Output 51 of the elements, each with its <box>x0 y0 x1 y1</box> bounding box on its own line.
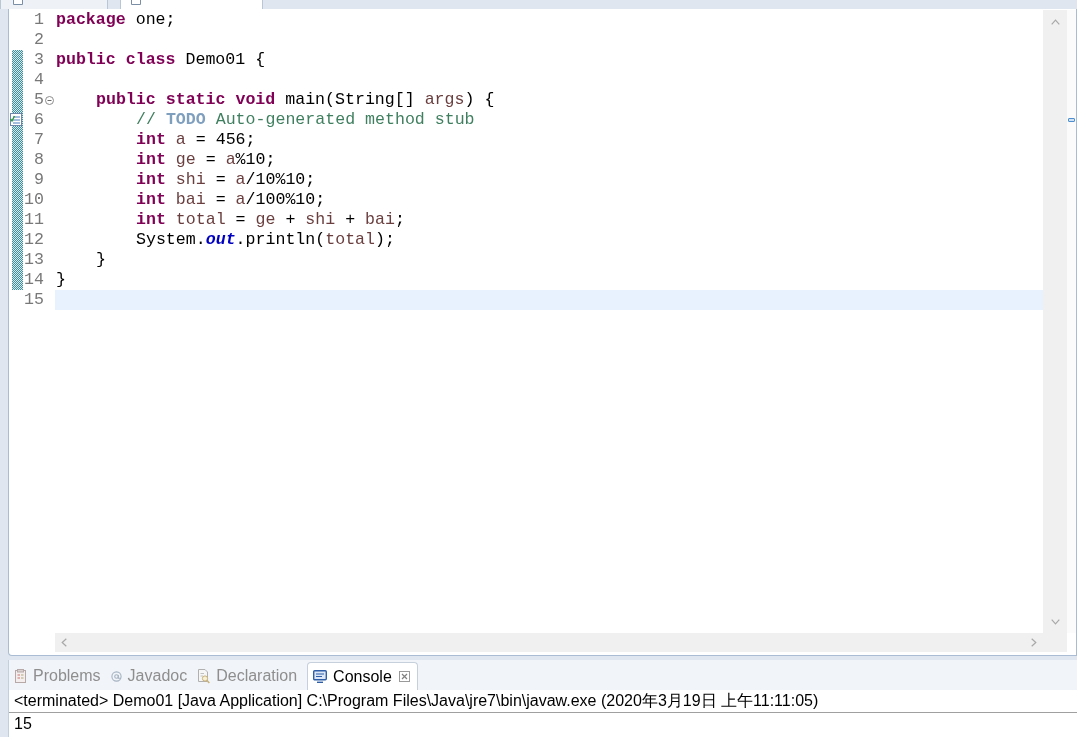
panel-tab[interactable]: Javadoc <box>110 662 192 690</box>
line-number: 6 <box>34 110 44 129</box>
horizontal-scrollbar[interactable] <box>55 633 1043 652</box>
vertical-scrollbar[interactable] <box>1043 10 1067 633</box>
line-number: 7 <box>34 130 44 149</box>
task-note-icon[interactable] <box>10 113 22 126</box>
code-line: // TODO Auto-generated method stub <box>136 110 475 129</box>
line-number: 1 <box>34 10 44 29</box>
code-line: int ge = a%10; <box>136 150 276 169</box>
line-number: 13 <box>24 250 44 269</box>
document-search-icon <box>197 668 211 684</box>
panel-tab[interactable]: Problems <box>14 662 105 690</box>
code-line: int bai = a/100%10; <box>136 190 326 209</box>
line-number: 4 <box>34 70 44 89</box>
line-number: 2 <box>34 30 44 49</box>
file-icon <box>13 0 23 5</box>
chevron-left-icon[interactable] <box>61 638 67 647</box>
line-number: 11 <box>24 210 44 229</box>
close-icon[interactable] <box>398 671 410 682</box>
code-line: int shi = a/10%10; <box>136 170 316 189</box>
line-number: 8 <box>34 150 44 169</box>
panel-tab[interactable]: Console <box>307 662 418 690</box>
chevron-down-icon[interactable] <box>1050 619 1060 625</box>
code-line: } <box>56 270 66 289</box>
chevron-right-icon[interactable] <box>1031 638 1037 647</box>
code-line: int a = 456; <box>136 130 256 149</box>
editor-tab[interactable] <box>0 0 108 9</box>
file-icon <box>131 0 141 5</box>
line-number: 5 <box>34 90 44 109</box>
task-marker[interactable] <box>1068 118 1075 122</box>
code-line: System.out.println(total); <box>136 230 395 249</box>
at-sign-icon <box>110 670 122 682</box>
line-number: 14 <box>24 270 44 289</box>
line-number: 10 <box>24 190 44 209</box>
console-status-text: <terminated> Demo01 [Java Application] C:\Program Files\Java\jre7\bin\javaw.exe (2020年3月19日 上午11:11:05) <box>14 692 819 709</box>
line-number: 15 <box>24 290 44 309</box>
code-line: } <box>96 250 106 269</box>
line-number: 3 <box>34 50 44 69</box>
panel-tab[interactable]: Declaration <box>197 662 302 690</box>
line-number: 9 <box>34 170 44 189</box>
code-line: public static void main(String[] args) { <box>96 90 495 109</box>
editor-tab[interactable] <box>120 0 263 9</box>
line-number: 12 <box>24 230 44 249</box>
collapse-icon[interactable] <box>45 95 54 105</box>
code-line: int total = ge + shi + bai; <box>136 210 405 229</box>
code-line: package one; <box>56 10 176 29</box>
clipboard-icon <box>14 669 27 683</box>
chevron-up-icon[interactable] <box>1050 19 1060 25</box>
console-output: 15 <box>14 715 32 732</box>
code-line: public class Demo01 { <box>56 50 266 69</box>
monitor-icon <box>313 670 328 683</box>
